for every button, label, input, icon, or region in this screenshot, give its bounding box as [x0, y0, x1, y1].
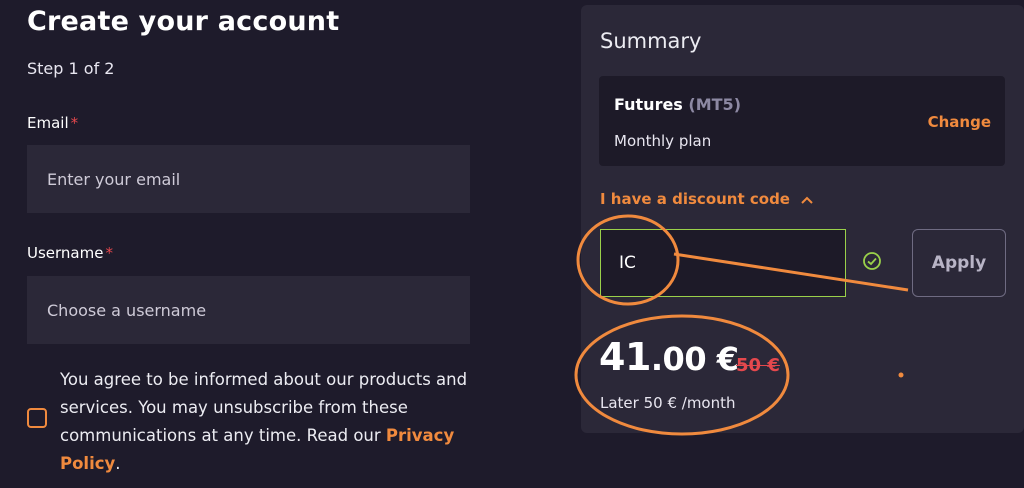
consent-end: . [115, 454, 121, 473]
discount-code-toggle[interactable]: I have a discount code [600, 190, 813, 208]
username-label: Username * [27, 244, 113, 262]
username-label-text: Username [27, 244, 104, 262]
later-price-note: Later 50 € /month [600, 394, 736, 412]
email-label: Email * [27, 114, 78, 132]
plan-card: Futures (MT5) Monthly plan Change [599, 76, 1005, 166]
valid-check-icon [862, 251, 882, 271]
summary-title: Summary [600, 29, 702, 53]
summary-panel: Summary Futures (MT5) Monthly plan Chang… [581, 5, 1024, 433]
plan-name-text: Futures [614, 95, 683, 114]
email-label-text: Email [27, 114, 69, 132]
price-total: 41.00 € [599, 335, 739, 379]
apply-button[interactable]: Apply [912, 229, 1006, 297]
step-indicator: Step 1 of 2 [27, 59, 115, 78]
discount-toggle-label: I have a discount code [600, 190, 790, 208]
consent-checkbox[interactable] [27, 408, 47, 428]
create-account-title: Create your account [27, 6, 340, 37]
chevron-up-icon [801, 193, 813, 208]
change-plan-link[interactable]: Change [928, 113, 991, 131]
plan-type: (MT5) [688, 95, 741, 114]
email-field[interactable] [27, 145, 470, 213]
required-mark: * [105, 244, 113, 262]
required-mark: * [70, 114, 79, 132]
plan-name: Futures (MT5) [614, 95, 741, 114]
username-field[interactable] [27, 276, 470, 344]
price-integer: 41 [599, 335, 651, 379]
original-price: 50 € [736, 355, 780, 376]
price-decimal: .00 € [650, 340, 739, 378]
plan-period: Monthly plan [614, 132, 712, 150]
discount-code-input[interactable] [600, 229, 846, 297]
consent-text: You agree to be informed about our produ… [60, 366, 480, 478]
